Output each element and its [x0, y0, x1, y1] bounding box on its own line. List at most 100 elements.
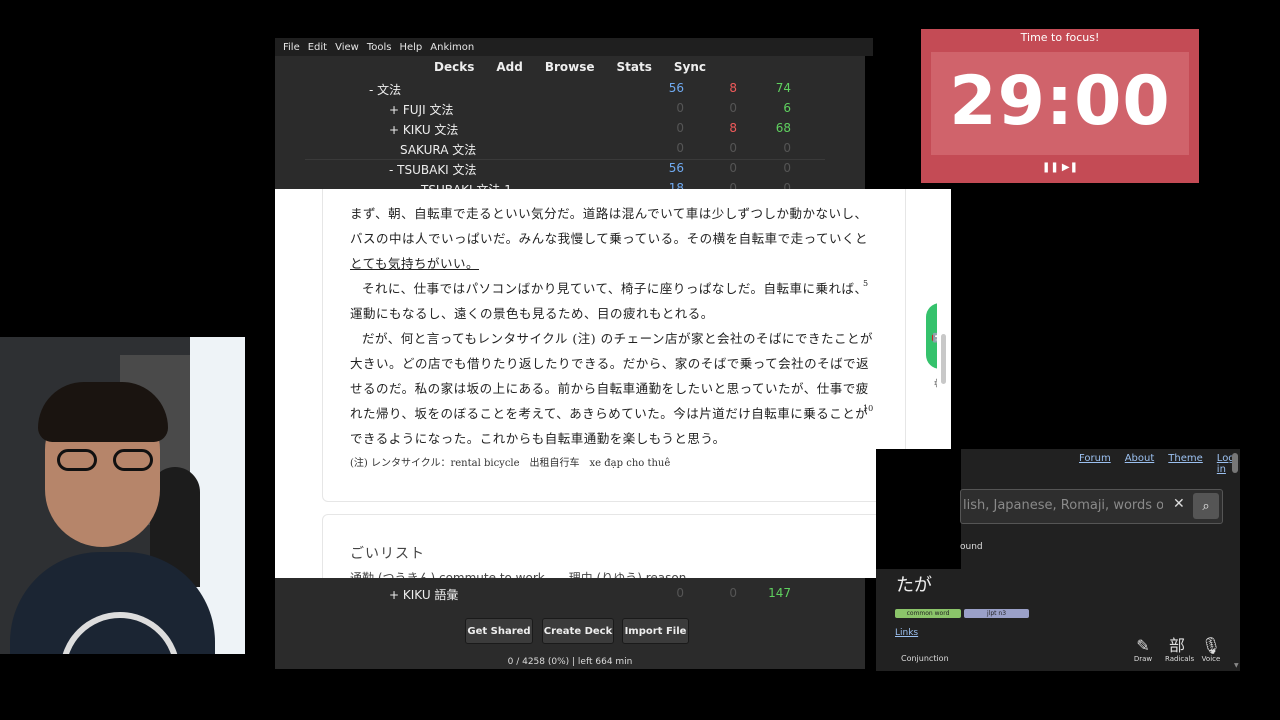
deck-new-count: 56 — [668, 81, 684, 95]
menu-edit[interactable]: Edit — [308, 42, 327, 53]
radicals-tool[interactable]: 部 Radicals — [1165, 636, 1195, 664]
text-line: バスの中は人でいっぱいだ。みんな我慢して乗っている。その横を自転車で走っていくと — [350, 231, 869, 246]
menu-view[interactable]: View — [335, 42, 359, 53]
deck-new-count: 0 — [676, 101, 684, 115]
part-of-speech: Conjunction — [901, 654, 949, 663]
deck-learn-count: 0 — [729, 161, 737, 175]
textbook-page: まず、朝、自転車で走るといい気分だ。道路は混んでいて車は少しずつしか動かないし、… — [275, 189, 951, 578]
deck-learn-count: 8 — [729, 81, 737, 95]
menu-ankimon[interactable]: Ankimon — [430, 42, 474, 53]
deck-learn-count: 0 — [729, 586, 737, 600]
vocab-entry: 通勤 (つうきん) commute to work 理由 (りゆう) reaso… — [350, 571, 687, 578]
deck-learn-count: 0 — [729, 101, 737, 115]
timer-countdown: 29:00 — [949, 62, 1171, 141]
deck-learn-count: 8 — [729, 121, 737, 135]
voice-label: Voice — [1201, 655, 1221, 663]
dictionary-scrollbar[interactable] — [1232, 453, 1238, 473]
voice-tool[interactable]: 🎙 Voice — [1199, 636, 1223, 664]
deck-due-count: 0 — [783, 161, 791, 175]
close-icon[interactable]: ✕ — [1173, 496, 1185, 512]
footnote: (注) レンタサイクル：rental bicycle 出租自行车 xe đạp … — [350, 458, 671, 469]
text-line: それに、仕事ではパソコンばかり見ていて、椅子に座りっぱなしだ。自転車に乗れば、 — [362, 281, 868, 296]
vocab-card: ごいリスト 通勤 (つうきん) commute to work 理由 (りゆう)… — [322, 514, 906, 578]
deck-learn-count: 0 — [729, 141, 737, 155]
common-word-badge: common word — [895, 609, 961, 618]
anki-status-bar: 0 / 4258 (0%) | left 664 min — [507, 657, 633, 667]
deck-row[interactable]: + FUJI 文法 0 0 6 — [275, 98, 865, 118]
line-number: 5 — [863, 279, 869, 288]
deck-due-count: 74 — [775, 81, 791, 95]
vocab-title: ごいリスト — [350, 546, 425, 562]
deck-due-count: 6 — [783, 101, 791, 115]
input-tools: ✎ Draw 部 Radicals 🎙 Voice — [1131, 636, 1223, 664]
radicals-label: Radicals — [1165, 655, 1195, 663]
pause-skip-icons[interactable]: ❚❚ ▶❚ — [1042, 162, 1078, 173]
deck-due-count: 147 — [768, 586, 791, 600]
deck-name[interactable]: + KIKU 文法 — [389, 121, 458, 138]
toolbar-decks[interactable]: Decks — [434, 60, 474, 74]
deck-row[interactable]: - TSUBAKI 文法 56 0 0 — [275, 158, 865, 178]
jlpt-badge: jlpt n3 — [964, 609, 1029, 618]
search-button[interactable]: ⌕ — [1193, 493, 1219, 519]
dictionary-nav: Forum About Theme Log in — [1079, 453, 1240, 475]
deck-new-count: 0 — [676, 141, 684, 155]
text-line: 大きい。どの店でも借りたり返したりできる。だから、家のそばで乗って会社のそばで返 — [350, 356, 870, 371]
microphone-icon: 🎙 — [1200, 636, 1222, 655]
get-shared-button[interactable]: Get Shared — [465, 618, 533, 644]
deck-name[interactable]: SAKURA 文法 — [400, 141, 476, 158]
deck-row[interactable]: SAKURA 文法 0 0 0 — [275, 138, 865, 158]
search-input[interactable]: lish, Japanese, Romaji, words or — [963, 498, 1163, 513]
deck-row[interactable]: + KIKU 語彙 0 0 147 — [275, 583, 865, 603]
deck-row[interactable]: - 文法 56 8 74 — [275, 78, 865, 98]
dictionary-panel: Forum About Theme Log in lish, Japanese,… — [876, 449, 1240, 671]
toolbar-stats[interactable]: Stats — [617, 60, 652, 74]
scroll-down-arrow-icon[interactable]: ▼ — [1234, 662, 1239, 669]
nav-theme[interactable]: Theme — [1168, 453, 1203, 475]
links-link[interactable]: Links — [895, 628, 918, 638]
timer-controls[interactable]: ❚❚ ▶❚ — [921, 162, 1199, 173]
text-line: だが、何と言ってもレンタサイクル (注) のチェーン店が家と会社のそばにできたこ… — [362, 331, 873, 346]
menu-tools[interactable]: Tools — [367, 42, 392, 53]
text-line: まず、朝、自転車で走るといい気分だ。道路は混んでいて車は少しずつしか動かないし、 — [350, 206, 868, 221]
dictionary-occluded-area — [876, 449, 961, 569]
deck-name[interactable]: - 文法 — [369, 81, 401, 98]
deck-name[interactable]: - TSUBAKI 文法 — [389, 161, 477, 178]
toolbar-sync[interactable]: Sync — [674, 60, 706, 74]
text-line: できるようになった。これからも自転車通勤を楽しもうと思う。 — [350, 431, 726, 446]
create-deck-button[interactable]: Create Deck — [542, 618, 614, 644]
anki-toolbar: Decks Add Browse Stats Sync — [275, 56, 865, 78]
text-line: とても気持ちがいい。 — [350, 256, 480, 271]
menu-file[interactable]: File — [283, 42, 300, 53]
deck-new-count: 0 — [676, 586, 684, 600]
import-file-button[interactable]: Import File — [622, 618, 689, 644]
toolbar-add[interactable]: Add — [496, 60, 522, 74]
result-word: たが — [896, 575, 932, 596]
scrollbar-thumb[interactable] — [941, 334, 946, 384]
draw-tool[interactable]: ✎ Draw — [1131, 636, 1155, 664]
deck-name[interactable]: + KIKU 語彙 — [389, 586, 458, 603]
timer-face: 29:00 — [931, 52, 1189, 155]
webcam-person-hair — [38, 382, 168, 442]
toolbar-browse[interactable]: Browse — [545, 60, 595, 74]
webcam-feed — [0, 337, 245, 654]
deck-row[interactable]: + KIKU 文法 0 8 68 — [275, 118, 865, 138]
nav-about[interactable]: About — [1125, 453, 1155, 475]
deck-new-count: 56 — [668, 161, 684, 175]
anki-menubar: File Edit View Tools Help Ankimon — [275, 38, 873, 56]
nav-forum[interactable]: Forum — [1079, 453, 1111, 475]
deck-due-count: 68 — [775, 121, 791, 135]
deck-name[interactable]: + FUJI 文法 — [389, 101, 453, 118]
draw-icon: ✎ — [1136, 636, 1150, 655]
line-number: 10 — [863, 404, 874, 413]
deck-new-count: 0 — [676, 121, 684, 135]
dictionary-search-bar: lish, Japanese, Romaji, words or ✕ ⌕ — [960, 489, 1223, 524]
deck-due-count: 0 — [783, 141, 791, 155]
text-line: れた帰り、坂をのぼることを考えて、あきらめていた。今は片道だけ自転車に乗ることが — [350, 406, 869, 421]
search-icon: ⌕ — [1202, 498, 1210, 514]
focus-timer: Time to focus! 29:00 ❚❚ ▶❚ — [921, 29, 1199, 183]
menu-help[interactable]: Help — [399, 42, 422, 53]
radicals-icon: 部 — [1168, 636, 1185, 655]
text-line: せるのだ。私の家は坂の上にある。前から自転車通勤をしたいと思っていたが、仕事で疲 — [350, 381, 869, 396]
glasses — [55, 449, 155, 473]
results-found-text: ound — [960, 542, 983, 552]
